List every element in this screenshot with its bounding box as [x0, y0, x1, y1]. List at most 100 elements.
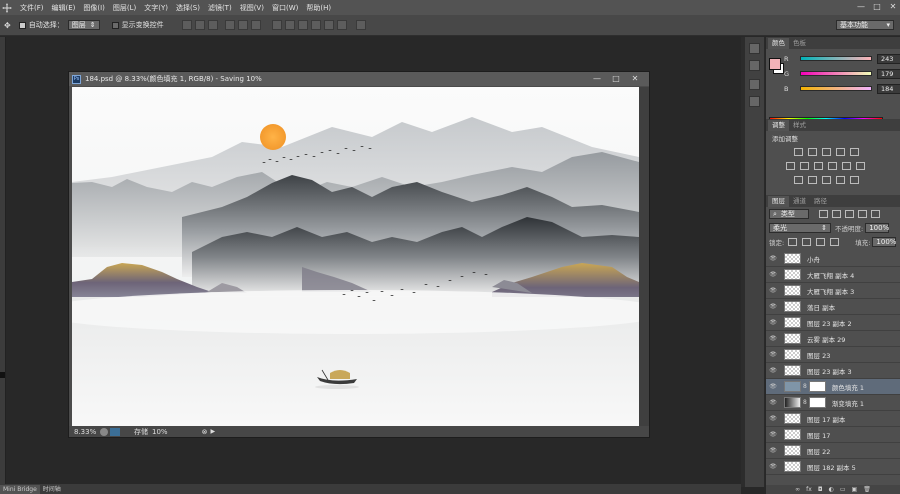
- channel-mixer-icon[interactable]: [842, 162, 851, 170]
- status-menu-arrow-icon[interactable]: ▶: [210, 428, 215, 435]
- maximize-icon[interactable]: □: [872, 2, 882, 12]
- black-white-icon[interactable]: [814, 162, 823, 170]
- red-value[interactable]: 243: [877, 53, 900, 64]
- tab-color[interactable]: 颜色: [768, 38, 789, 49]
- auto-select-dropdown[interactable]: 图层 ⇕: [67, 20, 100, 30]
- layer-row[interactable]: 👁 图层 23 副本 2: [766, 315, 900, 331]
- link-layers-icon[interactable]: ∞: [795, 486, 800, 493]
- visibility-eye-icon[interactable]: 👁: [766, 287, 780, 294]
- menu-layer[interactable]: 图层(L): [109, 3, 140, 13]
- color-lookup-icon[interactable]: [856, 162, 865, 170]
- doc-minimize-icon[interactable]: —: [589, 73, 605, 84]
- visibility-eye-icon[interactable]: 👁: [766, 399, 780, 406]
- document-title-bar[interactable]: Ps 184.psd @ 8.33%(颜色填充 1, RGB/8) - Savi…: [69, 72, 649, 86]
- tab-timeline[interactable]: 时间轴: [40, 485, 64, 494]
- vertical-scrollbar[interactable]: [639, 87, 649, 427]
- doc-close-icon[interactable]: ✕: [627, 73, 643, 84]
- selective-color-icon[interactable]: [850, 176, 859, 184]
- align-bottom-icon[interactable]: [207, 20, 218, 30]
- minimize-icon[interactable]: —: [856, 2, 866, 12]
- layer-row[interactable]: 👁 图层 23 副本 3: [766, 363, 900, 379]
- layer-filter-dropdown[interactable]: ⌕ 类型: [769, 209, 809, 219]
- tab-paths[interactable]: 路径: [810, 196, 831, 207]
- layer-row[interactable]: 👁 图层 182 副本 5: [766, 459, 900, 475]
- layer-style-icon[interactable]: fx: [806, 486, 812, 493]
- lock-all-icon[interactable]: [830, 238, 840, 246]
- green-value[interactable]: 179: [877, 68, 900, 79]
- menu-select[interactable]: 选择(S): [172, 3, 204, 13]
- paragraph-icon[interactable]: [749, 96, 760, 107]
- align-hcenter-icon[interactable]: [237, 20, 248, 30]
- blue-slider[interactable]: [800, 86, 872, 91]
- layer-row[interactable]: 👁 图层 17 副本: [766, 411, 900, 427]
- visibility-eye-icon[interactable]: 👁: [766, 255, 780, 262]
- foreground-color-front[interactable]: [769, 58, 781, 70]
- filter-smart-object-icon[interactable]: [871, 210, 880, 218]
- distribute-left-icon[interactable]: [310, 20, 321, 30]
- visibility-eye-icon[interactable]: 👁: [766, 431, 780, 438]
- exposure-icon[interactable]: [836, 148, 845, 156]
- add-mask-icon[interactable]: ◘: [818, 486, 823, 493]
- lock-position-icon[interactable]: [816, 238, 826, 246]
- lock-transparent-icon[interactable]: [788, 238, 798, 246]
- fill-input[interactable]: 100%: [872, 237, 896, 247]
- visibility-eye-icon[interactable]: 👁: [766, 463, 780, 470]
- visibility-eye-icon[interactable]: 👁: [766, 415, 780, 422]
- zoom-level[interactable]: 8.33%: [74, 428, 100, 436]
- levels-icon[interactable]: [808, 148, 817, 156]
- mask-link-icon[interactable]: 8: [803, 399, 807, 406]
- visibility-eye-icon[interactable]: 👁: [766, 271, 780, 278]
- history-icon[interactable]: [749, 43, 760, 54]
- layer-row[interactable]: 👁 8 颜色填充 1: [766, 379, 900, 395]
- distribute-hcenter-icon[interactable]: [323, 20, 334, 30]
- mask-link-icon[interactable]: 8: [803, 383, 807, 390]
- layer-row[interactable]: 👁 大雁飞翔 副本 4: [766, 267, 900, 283]
- auto-align-icon[interactable]: [355, 20, 366, 30]
- distribute-vcenter-icon[interactable]: [284, 20, 295, 30]
- red-slider[interactable]: [800, 56, 872, 61]
- visibility-eye-icon[interactable]: 👁: [766, 319, 780, 326]
- menu-type[interactable]: 文字(Y): [140, 3, 172, 13]
- status-info-icon[interactable]: [110, 427, 120, 436]
- visibility-eye-icon[interactable]: 👁: [766, 367, 780, 374]
- layer-row[interactable]: 👁 落日 副本: [766, 299, 900, 315]
- photo-filter-icon[interactable]: [828, 162, 837, 170]
- layer-mask-thumbnail[interactable]: [808, 381, 826, 392]
- delete-layer-icon[interactable]: 🗑: [863, 486, 871, 493]
- cancel-save-icon[interactable]: ⊗: [202, 428, 208, 436]
- tab-channels[interactable]: 通道: [789, 196, 810, 207]
- tab-styles[interactable]: 样式: [789, 120, 810, 131]
- layer-row[interactable]: 👁 图层 23: [766, 347, 900, 363]
- visibility-eye-icon[interactable]: 👁: [766, 351, 780, 358]
- hue-saturation-icon[interactable]: [786, 162, 795, 170]
- properties-icon[interactable]: [749, 60, 760, 71]
- workspace-switcher[interactable]: 基本功能 ▾: [836, 20, 894, 30]
- filter-adjustment-icon[interactable]: [832, 210, 841, 218]
- blend-mode-dropdown[interactable]: 柔光 ⇕: [769, 223, 831, 233]
- layer-row[interactable]: 👁 大雁飞翔 副本 3: [766, 283, 900, 299]
- new-adjustment-icon[interactable]: ◐: [829, 486, 834, 493]
- filter-pixel-icon[interactable]: [819, 210, 828, 218]
- brightness-icon[interactable]: [794, 148, 803, 156]
- menu-view[interactable]: 视图(V): [236, 3, 268, 13]
- menu-file[interactable]: 文件(F): [16, 3, 48, 13]
- zoom-icon[interactable]: [100, 427, 108, 436]
- auto-select-checkbox[interactable]: [18, 21, 26, 29]
- distribute-top-icon[interactable]: [271, 20, 282, 30]
- lock-pixels-icon[interactable]: [802, 238, 812, 246]
- tool-preset-icon[interactable]: ✥: [4, 21, 11, 30]
- visibility-eye-icon[interactable]: 👁: [766, 303, 780, 310]
- align-top-icon[interactable]: [181, 20, 192, 30]
- align-vcenter-icon[interactable]: [194, 20, 205, 30]
- posterize-icon[interactable]: [808, 176, 817, 184]
- opacity-input[interactable]: 100%: [865, 223, 889, 233]
- filter-shape-icon[interactable]: [858, 210, 867, 218]
- distribute-right-icon[interactable]: [336, 20, 347, 30]
- layer-mask-thumbnail[interactable]: [808, 397, 826, 408]
- new-group-icon[interactable]: ▭: [840, 486, 846, 493]
- menu-help[interactable]: 帮助(H): [302, 3, 335, 13]
- menu-window[interactable]: 窗口(W): [268, 3, 302, 13]
- align-left-icon[interactable]: [224, 20, 235, 30]
- align-right-icon[interactable]: [250, 20, 261, 30]
- canvas-artwork[interactable]: [72, 87, 639, 427]
